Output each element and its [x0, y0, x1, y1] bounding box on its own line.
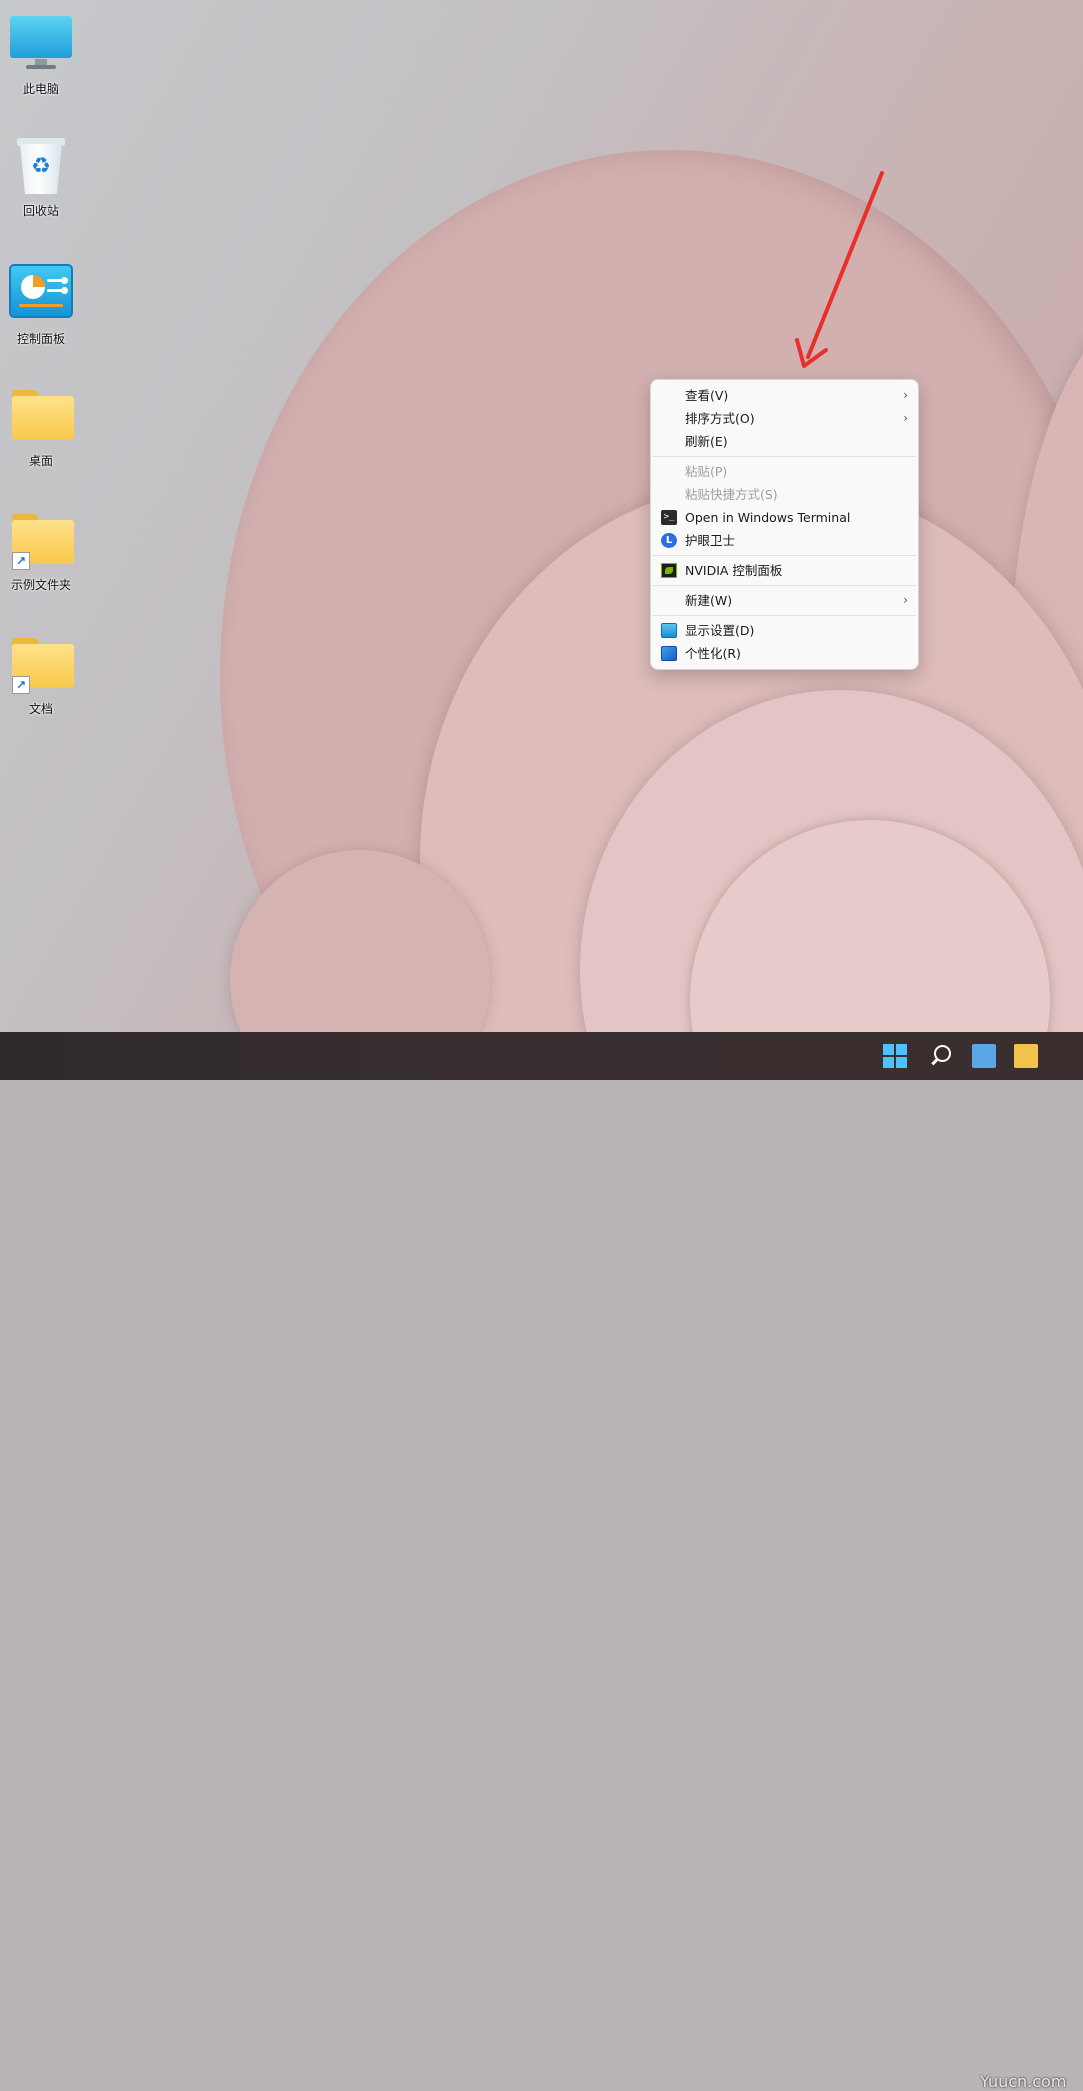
menu-item-eye-guard[interactable]: L 护眼卫士 — [651, 529, 918, 552]
desktop-context-menu: 查看(V) › 排序方式(O) › 刷新(E) 粘贴(P) 粘贴快捷方式(S) … — [650, 379, 919, 670]
menu-separator — [653, 585, 916, 586]
nvidia-icon — [661, 563, 677, 578]
eye-guard-icon: L — [661, 533, 677, 548]
windows-logo-icon — [896, 1044, 907, 1055]
recycle-bin-icon: ♻ — [8, 134, 74, 196]
menu-separator — [653, 615, 916, 616]
menu-item-open-terminal[interactable]: >_ Open in Windows Terminal — [651, 506, 918, 529]
menu-item-personalize[interactable]: 个性化(R) — [651, 642, 918, 665]
desktop-icon-this-pc[interactable]: 此电脑 — [0, 12, 82, 97]
personalize-icon — [661, 646, 677, 661]
shortcut-arrow-icon: ↗ — [12, 552, 30, 570]
start-button[interactable] — [883, 1044, 907, 1068]
windows-logo-icon — [883, 1057, 894, 1068]
chevron-right-icon: › — [903, 388, 908, 402]
chevron-right-icon: › — [903, 593, 908, 607]
menu-item-display-settings[interactable]: 显示设置(D) — [651, 619, 918, 642]
desktop-icon-desktop-folder[interactable]: 桌面 — [0, 384, 82, 469]
taskbar-search-button[interactable] — [928, 1044, 952, 1068]
taskbar-file-explorer-button[interactable] — [1014, 1044, 1038, 1068]
desktop-icon-documents[interactable]: ↗ 文档 — [0, 632, 82, 717]
desktop-icon-recycle-bin[interactable]: ♻ 回收站 — [0, 134, 82, 219]
menu-item-paste: 粘贴(P) — [685, 464, 728, 479]
folder-icon — [8, 384, 74, 446]
menu-item-sort-by[interactable]: 排序方式(O) › — [651, 407, 918, 430]
desktop-icon-label: 此电脑 — [22, 82, 59, 96]
desktop-icon-label: 文档 — [28, 702, 53, 716]
desktop-icon-label: 示例文件夹 — [10, 578, 71, 592]
windows-logo-icon — [883, 1044, 894, 1055]
taskbar-task-view-button[interactable] — [972, 1044, 996, 1068]
chevron-right-icon: › — [903, 411, 908, 425]
monitor-icon — [8, 12, 74, 74]
menu-item-view[interactable]: 查看(V) › — [651, 384, 918, 407]
desktop-icon-control-panel[interactable]: 控制面板 — [0, 262, 82, 347]
folder-shortcut-icon: ↗ — [8, 632, 74, 694]
folder-shortcut-icon: ↗ — [8, 508, 74, 570]
desktop-icon-label: 回收站 — [22, 204, 59, 218]
desktop-icon-sample-folder[interactable]: ↗ 示例文件夹 — [0, 508, 82, 593]
windows-logo-icon — [896, 1057, 907, 1068]
menu-item-new[interactable]: 新建(W) › — [651, 589, 918, 612]
desktop-icon-label: 控制面板 — [16, 332, 65, 346]
menu-item-nvidia-control-panel[interactable]: NVIDIA 控制面板 — [651, 559, 918, 582]
control-panel-icon — [8, 262, 74, 324]
menu-item-refresh[interactable]: 刷新(E) — [651, 430, 918, 453]
watermark: Yuucn.com — [980, 2072, 1067, 2091]
taskbar: Yuucn.com — [0, 1032, 1083, 2091]
menu-item-paste-shortcut: 粘贴快捷方式(S) — [685, 487, 778, 502]
menu-separator — [653, 555, 916, 556]
display-icon — [661, 623, 677, 638]
terminal-icon: >_ — [661, 510, 677, 525]
shortcut-arrow-icon: ↗ — [12, 676, 30, 694]
menu-separator — [653, 456, 916, 457]
desktop[interactable]: 此电脑 ♻ 回收站 控制面板 桌面 ↗ 示例文件夹 ↗ 文档 查看(V) › 排… — [0, 0, 1083, 1032]
desktop-icon-label: 桌面 — [28, 454, 53, 468]
